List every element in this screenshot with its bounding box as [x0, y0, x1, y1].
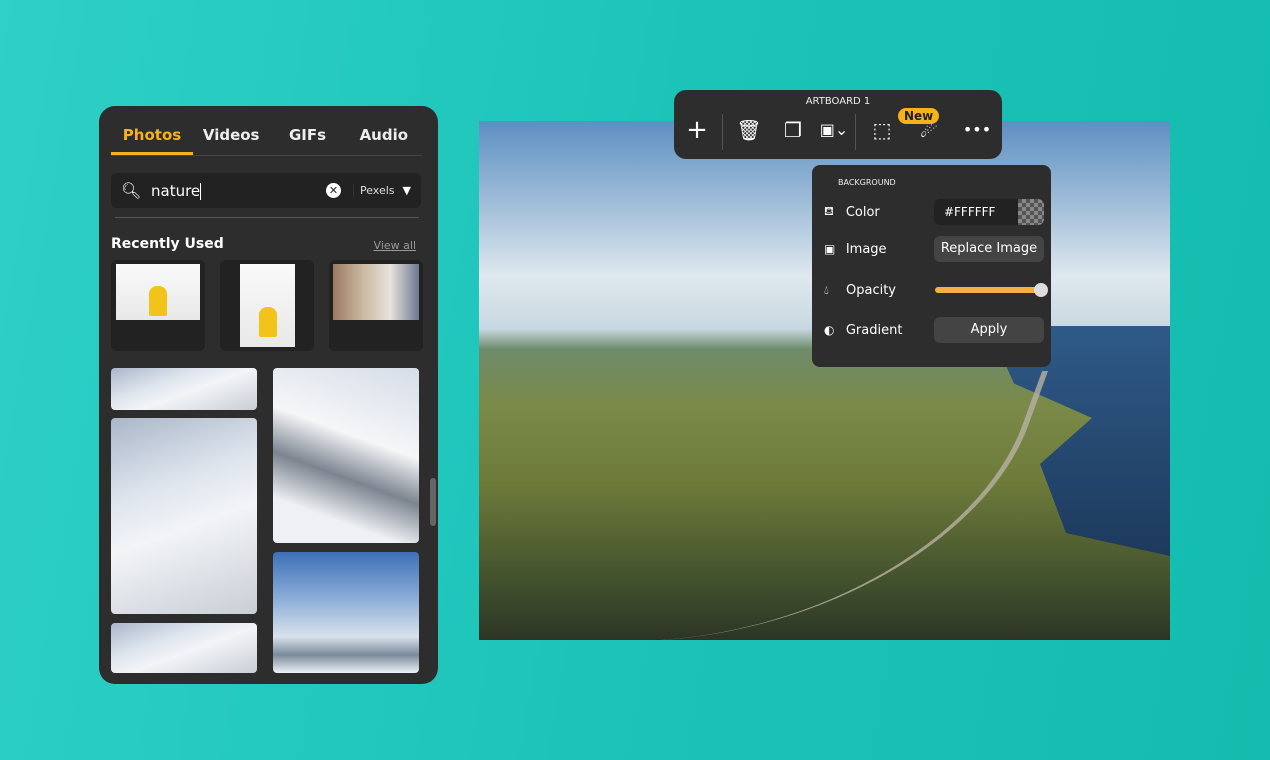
tab-photos[interactable]: Photos: [111, 106, 193, 155]
trash-icon[interactable]: 🗑︎: [734, 118, 764, 142]
duplicate-icon[interactable]: ❐: [778, 118, 808, 142]
recently-used-heading: Recently Used: [111, 236, 224, 252]
apply-gradient-button[interactable]: Apply: [934, 317, 1044, 343]
droplet-icon: 💧︎: [824, 282, 829, 297]
recent-photo[interactable]: [220, 260, 314, 351]
canvas-image-road: [549, 371, 1049, 640]
media-tabs: Photos Videos GIFs Audio: [111, 106, 422, 156]
tab-videos[interactable]: Videos: [193, 106, 269, 155]
gradient-row: ◐ Gradient Apply: [824, 316, 1044, 344]
color-label: Color: [845, 204, 880, 220]
view-all-link[interactable]: View all: [374, 239, 416, 252]
photo-result[interactable]: [273, 552, 419, 673]
color-value: #FFFFFF: [943, 205, 996, 219]
artboard-toolbar: ARTBOARD 1 + 🗑︎ ❐ ▣⌄ ⬚ ☄ New •••: [674, 90, 1002, 159]
image-icon: ▣: [824, 242, 836, 256]
search-input[interactable]: 🔍︎ nature ✕ Pexels ▼: [111, 173, 421, 208]
photo-result[interactable]: [273, 368, 419, 543]
opacity-row: 💧︎ Opacity: [824, 276, 1048, 304]
popup-title: BACKGROUND: [838, 178, 896, 187]
gradient-icon: ◐: [824, 323, 835, 337]
tab-gifs[interactable]: GIFs: [269, 106, 345, 155]
photo-result[interactable]: [111, 623, 257, 673]
new-badge: New: [898, 108, 940, 124]
slider-knob[interactable]: [1034, 283, 1048, 297]
photo-result[interactable]: [111, 418, 257, 614]
image-row: ▣ Image Replace Image: [824, 235, 1044, 263]
photo-result[interactable]: [111, 368, 257, 410]
search-icon: 🔍︎: [121, 181, 142, 200]
divider: [855, 114, 856, 150]
tab-audio[interactable]: Audio: [346, 106, 422, 155]
color-field[interactable]: #FFFFFF: [933, 199, 1044, 225]
color-row: ⛾ Color #FFFFFF: [824, 198, 1044, 226]
recent-photo[interactable]: [111, 260, 205, 351]
transparency-swatch[interactable]: [1018, 199, 1044, 225]
recent-photo[interactable]: [329, 260, 423, 351]
image-label: Image: [845, 241, 887, 257]
background-popup: BACKGROUND ⛾ Color #FFFFFF ▣ Image Repla…: [812, 165, 1051, 367]
search-value[interactable]: nature: [151, 182, 326, 200]
opacity-label: Opacity: [846, 282, 897, 298]
paint-bucket-icon: ⛾: [824, 204, 834, 218]
add-icon[interactable]: +: [682, 117, 712, 143]
gradient-label: Gradient: [845, 322, 903, 338]
media-panel: Photos Videos GIFs Audio 🔍︎ nature ✕ Pex…: [99, 106, 438, 684]
source-select[interactable]: Pexels: [352, 184, 395, 197]
scrollbar[interactable]: [430, 478, 436, 526]
clear-search-icon[interactable]: ✕: [325, 183, 341, 198]
more-icon[interactable]: •••: [962, 118, 992, 142]
artboard-title: ARTBOARD 1: [805, 96, 871, 107]
divider: [115, 217, 419, 218]
opacity-slider[interactable]: [935, 283, 1048, 297]
replace-image-button[interactable]: Replace Image: [934, 236, 1044, 262]
resize-icon[interactable]: ⬚: [867, 118, 897, 142]
divider: [722, 114, 723, 150]
chevron-down-icon[interactable]: ▼: [403, 184, 411, 197]
image-menu-icon[interactable]: ▣⌄: [814, 118, 854, 142]
